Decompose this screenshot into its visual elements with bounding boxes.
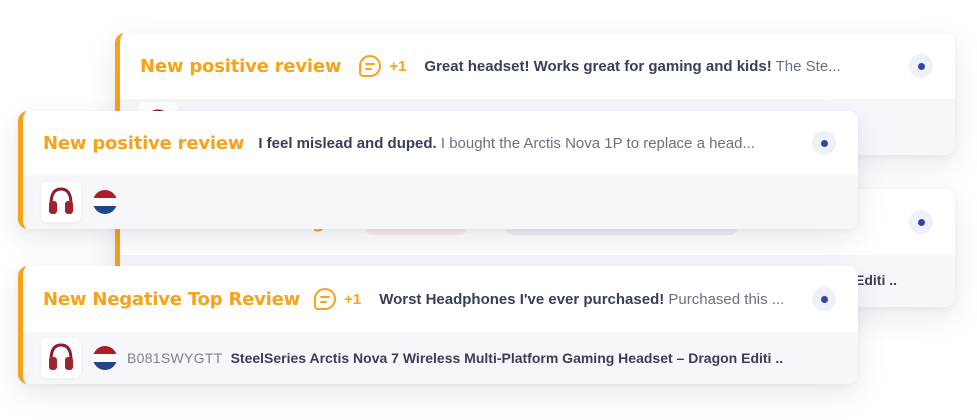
comment-count-label: +1: [344, 290, 362, 308]
comment-count: +1: [359, 55, 406, 77]
notification-card-negative-top[interactable]: New Negative Top Review +1 Worst Headpho…: [18, 266, 858, 384]
notification-title: New positive review: [43, 132, 245, 154]
headphones-icon: [49, 343, 73, 370]
unread-dot-icon: [917, 218, 925, 226]
product-thumbnail: [41, 338, 81, 378]
review-snippet-title: Worst Headphones I've ever purchased!: [379, 290, 665, 308]
review-snippet-body: Purchased this ...: [664, 290, 785, 308]
comment-icon: [314, 288, 337, 310]
unread-dot-icon: [820, 139, 828, 147]
flag-nl-icon: [93, 190, 117, 214]
review-snippet: Worst Headphones I've ever purchased! Pu…: [379, 291, 792, 308]
unread-indicator[interactable]: [909, 210, 933, 234]
product-name-peek: Editi ..: [855, 272, 897, 288]
product-thumbnail: [41, 182, 81, 222]
comment-count: +1: [314, 288, 361, 310]
comment-icon: [359, 55, 382, 77]
notification-card-positive-2[interactable]: New positive review I feel mislead and d…: [18, 111, 858, 229]
headphones-icon: [49, 187, 73, 214]
flag-nl-icon: [93, 346, 117, 370]
review-snippet-body: The Ste...: [771, 57, 841, 75]
product-asin[interactable]: B081SWYGTT: [127, 350, 223, 366]
review-snippet-title: Great headset! Works great for gaming an…: [424, 57, 772, 75]
notification-title: New Negative Top Review: [43, 288, 301, 310]
unread-dot-icon: [917, 62, 925, 70]
card-footer: [23, 175, 858, 229]
product-name[interactable]: SteelSeries Arctis Nova 7 Wireless Multi…: [231, 350, 784, 366]
unread-indicator[interactable]: [909, 54, 933, 78]
unread-indicator[interactable]: [812, 131, 836, 155]
review-snippet-body: I bought the Arctis Nova 1P to replace a…: [436, 134, 755, 152]
review-snippet: Great headset! Works great for gaming an…: [424, 58, 889, 75]
review-snippet-title: I feel mislead and duped.: [258, 134, 437, 152]
notification-title: New positive review: [140, 55, 342, 77]
unread-indicator[interactable]: [812, 287, 836, 311]
card-footer: B081SWYGTT SteelSeries Arctis Nova 7 Wir…: [23, 332, 858, 384]
comment-count-label: +1: [389, 57, 407, 75]
review-snippet: I feel mislead and duped. I bought the A…: [258, 135, 792, 152]
unread-dot-icon: [820, 295, 828, 303]
